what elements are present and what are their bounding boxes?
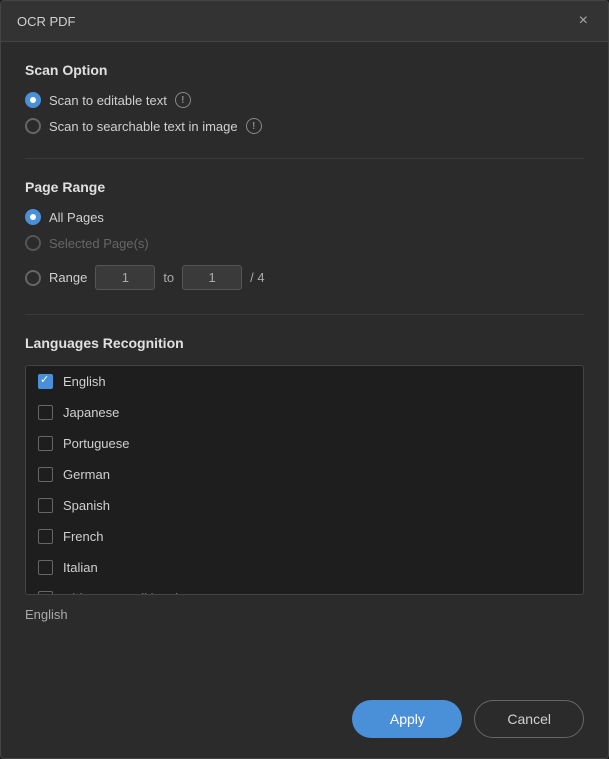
language-item[interactable]: English: [26, 366, 583, 397]
language-item[interactable]: Italian: [26, 552, 583, 583]
range-row: Range to / 4: [25, 265, 584, 290]
divider-2: [25, 314, 584, 315]
range-radio[interactable]: [25, 270, 41, 286]
scan-searchable-radio[interactable]: [25, 118, 41, 134]
total-pages: / 4: [250, 270, 264, 285]
scan-editable-label: Scan to editable text: [49, 93, 167, 108]
range-label: Range: [49, 270, 87, 285]
selected-pages-radio[interactable]: [25, 235, 41, 251]
language-list[interactable]: English Japanese Portuguese German Spanish Fr…: [25, 365, 584, 595]
languages-section: Languages Recognition English Japanese Por…: [25, 335, 584, 642]
to-label: to: [163, 270, 174, 285]
ocr-pdf-dialog: OCR PDF × Scan Option Scan to editable t…: [0, 0, 609, 759]
language-item[interactable]: French: [26, 521, 583, 552]
language-name: English: [63, 374, 106, 389]
language-name: Japanese: [63, 405, 119, 420]
cancel-button[interactable]: Cancel: [474, 700, 584, 738]
language-checkbox[interactable]: [38, 591, 53, 595]
language-item[interactable]: German: [26, 459, 583, 490]
language-name: German: [63, 467, 110, 482]
all-pages-label: All Pages: [49, 210, 104, 225]
language-checkbox[interactable]: [38, 436, 53, 451]
selected-language-display: English: [25, 603, 584, 626]
scan-searchable-info-icon: !: [246, 118, 262, 134]
title-bar: OCR PDF ×: [1, 1, 608, 42]
language-name: Italian: [63, 560, 98, 575]
all-pages-option[interactable]: All Pages: [25, 209, 584, 225]
scan-editable-radio[interactable]: [25, 92, 41, 108]
language-checkbox[interactable]: [38, 467, 53, 482]
language-checkbox[interactable]: [38, 560, 53, 575]
dialog-footer: Apply Cancel: [1, 686, 608, 758]
language-name: French: [63, 529, 103, 544]
language-name: Chinese_Traditional: [63, 591, 178, 595]
scan-searchable-label: Scan to searchable text in image: [49, 119, 238, 134]
language-name: Portuguese: [63, 436, 130, 451]
scan-option-title: Scan Option: [25, 62, 584, 78]
scan-editable-info-icon: !: [175, 92, 191, 108]
language-name: Spanish: [63, 498, 110, 513]
scan-searchable-option[interactable]: Scan to searchable text in image !: [25, 118, 584, 134]
dialog-title: OCR PDF: [17, 14, 76, 29]
divider-1: [25, 158, 584, 159]
selected-pages-label: Selected Page(s): [49, 236, 149, 251]
page-range-title: Page Range: [25, 179, 584, 195]
languages-title: Languages Recognition: [25, 335, 584, 351]
language-item[interactable]: Chinese_Traditional: [26, 583, 583, 595]
language-item[interactable]: Spanish: [26, 490, 583, 521]
range-from-input[interactable]: [95, 265, 155, 290]
language-item[interactable]: Japanese: [26, 397, 583, 428]
language-item[interactable]: Portuguese: [26, 428, 583, 459]
page-range-section: Page Range All Pages Selected Page(s) Ra…: [25, 179, 584, 290]
language-checkbox[interactable]: [38, 405, 53, 420]
dialog-content: Scan Option Scan to editable text ! Scan…: [1, 42, 608, 686]
range-to-input[interactable]: [182, 265, 242, 290]
range-option[interactable]: Range: [25, 270, 87, 286]
apply-button[interactable]: Apply: [352, 700, 462, 738]
language-checkbox[interactable]: [38, 374, 53, 389]
language-checkbox[interactable]: [38, 529, 53, 544]
language-checkbox[interactable]: [38, 498, 53, 513]
close-button[interactable]: ×: [575, 11, 592, 31]
scan-editable-option[interactable]: Scan to editable text !: [25, 92, 584, 108]
page-range-group: All Pages Selected Page(s) Range to / 4: [25, 209, 584, 290]
selected-pages-option[interactable]: Selected Page(s): [25, 235, 584, 251]
all-pages-radio[interactable]: [25, 209, 41, 225]
scan-option-group: Scan to editable text ! Scan to searchab…: [25, 92, 584, 134]
scan-option-section: Scan Option Scan to editable text ! Scan…: [25, 62, 584, 134]
